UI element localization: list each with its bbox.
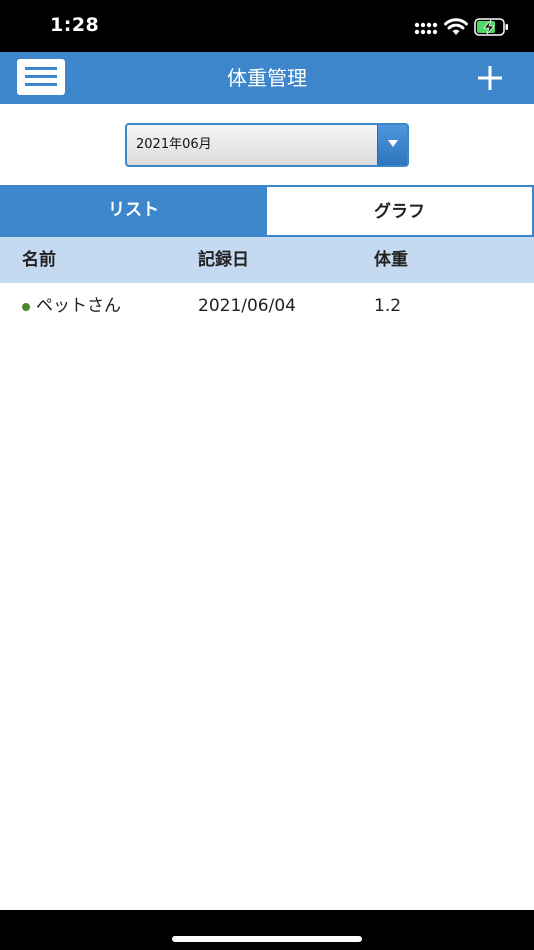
- status-bar: 1:28: [0, 0, 534, 52]
- status-time: 1:28: [50, 14, 100, 36]
- page-title: 体重管理: [227, 66, 307, 90]
- dropdown-arrow[interactable]: [377, 125, 407, 165]
- month-select[interactable]: 2021年06月: [125, 123, 409, 167]
- add-button[interactable]: [474, 62, 506, 94]
- month-select-value: 2021年06月: [136, 137, 212, 152]
- row-weight: 1.2: [374, 296, 402, 316]
- table-header: 名前 記録日 体重: [0, 237, 534, 283]
- plus-icon: [478, 66, 502, 90]
- column-header-date: 記録日: [198, 250, 249, 270]
- view-tabs: リスト グラフ: [0, 185, 534, 237]
- signal-icon: [414, 20, 438, 39]
- table-row[interactable]: ペットさん 2021/06/04 1.2: [0, 283, 534, 329]
- column-header-name: 名前: [22, 250, 56, 270]
- nav-bar: 体重管理: [0, 52, 534, 104]
- tab-list[interactable]: リスト: [0, 185, 267, 237]
- home-bar: [0, 910, 534, 950]
- row-name: ペットさん: [36, 296, 121, 316]
- wifi-icon: [444, 18, 468, 40]
- menu-button[interactable]: [17, 59, 65, 95]
- tab-graph[interactable]: グラフ: [267, 185, 534, 237]
- row-date: 2021/06/04: [198, 296, 296, 316]
- battery-charging-icon: [474, 18, 510, 40]
- column-header-weight: 体重: [374, 250, 408, 270]
- home-indicator[interactable]: [172, 936, 362, 942]
- pet-dot-icon: [22, 303, 30, 311]
- chevron-down-icon: [388, 140, 398, 147]
